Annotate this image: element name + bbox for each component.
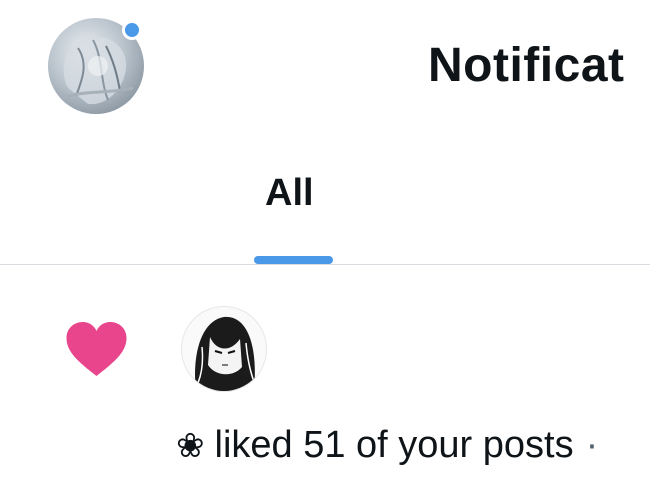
separator-dot: · [585, 424, 599, 466]
profile-avatar-button[interactable] [48, 18, 144, 114]
notification-message: liked 51 of your posts [214, 424, 574, 466]
notifications-page: Notificat All ❀ liked 51 of your posts · [0, 0, 650, 499]
status-dot [122, 20, 142, 40]
flower-icon: ❀ [176, 427, 205, 465]
liker-avatar[interactable] [181, 306, 267, 392]
page-title: Notificat [428, 39, 625, 92]
tabs-divider [0, 264, 650, 265]
heart-icon [66, 322, 127, 376]
liker-avatar-illustration [193, 316, 259, 391]
tab-active-indicator [254, 256, 333, 264]
tab-all[interactable]: All [265, 172, 314, 215]
notification-text[interactable]: ❀ liked 51 of your posts · [176, 424, 598, 467]
